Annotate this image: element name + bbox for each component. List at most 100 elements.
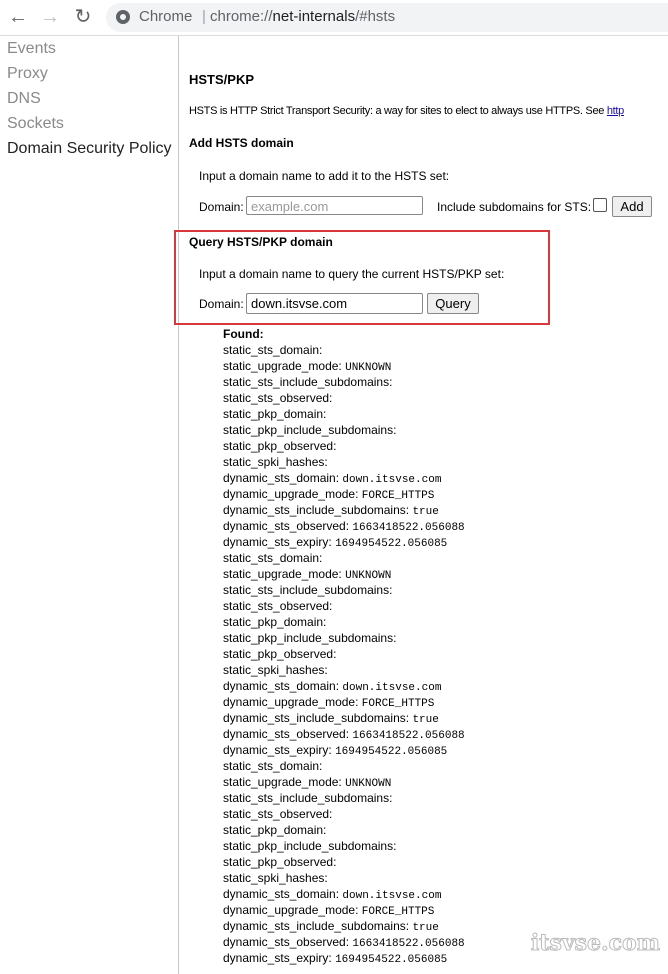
entry-key: static_sts_include_subdomains: xyxy=(223,375,393,389)
result-entry: static_upgrade_mode: UNKNOWN xyxy=(223,358,465,374)
result-entry: static_pkp_observed: xyxy=(223,854,465,870)
entry-value: FORCE_HTTPS xyxy=(361,906,435,918)
result-entry: static_spki_hashes: xyxy=(223,454,465,470)
entry-value: FORCE_HTTPS xyxy=(361,698,435,710)
sidebar-item-domain-security-policy[interactable]: Domain Security Policy xyxy=(7,140,172,158)
entry-value: FORCE_HTTPS xyxy=(361,490,435,502)
entry-key: static_sts_observed: xyxy=(223,599,333,613)
entry-key: static_spki_hashes: xyxy=(223,871,328,885)
result-entry: dynamic_sts_include_subdomains: true xyxy=(223,710,465,726)
entry-key: static_sts_observed: xyxy=(223,807,333,821)
entry-key: dynamic_sts_domain: xyxy=(223,471,340,485)
entry-key: static_pkp_observed: xyxy=(223,439,337,453)
result-entry: dynamic_sts_observed: 1663418522.056088 xyxy=(223,934,465,950)
entry-key: dynamic_sts_expiry: xyxy=(223,951,332,965)
entry-value: UNKNOWN xyxy=(345,778,392,790)
hsts-link[interactable]: http xyxy=(607,105,624,117)
highlight-box xyxy=(174,230,550,325)
result-entry: dynamic_sts_include_subdomains: true xyxy=(223,918,465,934)
entry-value: 1694954522.056085 xyxy=(335,746,448,758)
result-entry: static_pkp_observed: xyxy=(223,646,465,662)
entry-key: dynamic_sts_expiry: xyxy=(223,743,332,757)
result-entry: static_pkp_domain: xyxy=(223,614,465,630)
entry-key: static_spki_hashes: xyxy=(223,663,328,677)
entry-value: true xyxy=(412,922,439,934)
add-instruction: Input a domain name to add it to the HST… xyxy=(199,169,450,183)
entry-key: static_pkp_include_subdomains: xyxy=(223,839,397,853)
chrome-logo-icon xyxy=(116,10,130,24)
result-entry: dynamic_sts_expiry: 1694954522.056085 xyxy=(223,534,465,550)
forward-arrow-icon[interactable]: → xyxy=(38,6,62,28)
result-status: Found: xyxy=(223,327,264,341)
include-subdomains-checkbox[interactable] xyxy=(593,198,607,212)
sidebar-item-dns[interactable]: DNS xyxy=(7,90,41,108)
entry-key: dynamic_sts_observed: xyxy=(223,727,350,741)
include-subdomains-label: Include subdomains for STS: xyxy=(437,200,592,214)
entry-key: static_upgrade_mode: xyxy=(223,359,342,373)
add-domain-label: Domain: xyxy=(199,200,244,214)
result-entry: dynamic_sts_domain: down.itsvse.com xyxy=(223,886,465,902)
result-entry: static_sts_observed: xyxy=(223,806,465,822)
result-entry: static_sts_domain: xyxy=(223,758,465,774)
site-name: Chrome xyxy=(139,8,193,25)
entry-value: down.itsvse.com xyxy=(342,474,442,486)
sidebar-item-proxy[interactable]: Proxy xyxy=(7,65,48,83)
add-button[interactable]: Add xyxy=(612,196,652,217)
sidebar-item-events[interactable]: Events xyxy=(7,40,56,58)
result-entry: dynamic_sts_domain: down.itsvse.com xyxy=(223,470,465,486)
result-entry: static_sts_domain: xyxy=(223,550,465,566)
result-entry: dynamic_sts_include_subdomains: true xyxy=(223,502,465,518)
sidebar-item-sockets[interactable]: Sockets xyxy=(7,115,64,133)
url-text[interactable]: chrome://net-internals/#hsts xyxy=(210,8,395,25)
result-entry: static_sts_domain: xyxy=(223,342,465,358)
description: HSTS is HTTP Strict Transport Security: … xyxy=(189,105,624,117)
address-bar[interactable]: Chrome | chrome://net-internals/#hsts xyxy=(106,3,668,32)
entry-key: dynamic_sts_include_subdomains: xyxy=(223,711,410,725)
entry-key: static_sts_include_subdomains: xyxy=(223,791,393,805)
entry-key: dynamic_sts_domain: xyxy=(223,887,340,901)
entry-key: dynamic_sts_expiry: xyxy=(223,535,332,549)
result-entry: dynamic_sts_domain: down.itsvse.com xyxy=(223,678,465,694)
result-entry: static_pkp_domain: xyxy=(223,406,465,422)
result-entry: static_sts_include_subdomains: xyxy=(223,582,465,598)
result-entry: static_sts_observed: xyxy=(223,598,465,614)
entry-key: dynamic_sts_include_subdomains: xyxy=(223,503,410,517)
entry-value: 1663418522.056088 xyxy=(352,938,465,950)
entry-key: static_pkp_include_subdomains: xyxy=(223,631,397,645)
result-entry: static_upgrade_mode: UNKNOWN xyxy=(223,774,465,790)
result-entry: static_pkp_observed: xyxy=(223,438,465,454)
entry-key: dynamic_sts_include_subdomains: xyxy=(223,919,410,933)
add-domain-input[interactable]: example.com xyxy=(246,196,423,215)
reload-icon[interactable]: ↻ xyxy=(71,6,95,28)
result-entry: static_sts_include_subdomains: xyxy=(223,374,465,390)
result-entry: dynamic_upgrade_mode: FORCE_HTTPS xyxy=(223,694,465,710)
entry-value: 1663418522.056088 xyxy=(352,522,465,534)
entry-key: static_pkp_observed: xyxy=(223,647,337,661)
result-entry: dynamic_upgrade_mode: FORCE_HTTPS xyxy=(223,486,465,502)
entry-key: dynamic_upgrade_mode: xyxy=(223,487,359,501)
entry-key: dynamic_sts_domain: xyxy=(223,679,340,693)
result-entry: dynamic_sts_expiry: 1694954522.056085 xyxy=(223,950,465,966)
entry-value: UNKNOWN xyxy=(345,362,392,374)
entry-key: static_sts_domain: xyxy=(223,343,323,357)
result-entry: static_upgrade_mode: UNKNOWN xyxy=(223,566,465,582)
entry-key: dynamic_upgrade_mode: xyxy=(223,695,359,709)
result-entry: static_sts_include_subdomains: xyxy=(223,790,465,806)
back-arrow-icon[interactable]: ← xyxy=(6,6,30,28)
entry-key: static_upgrade_mode: xyxy=(223,567,342,581)
watermark: itsvse.com xyxy=(530,930,660,957)
result-entry: static_sts_observed: xyxy=(223,390,465,406)
entry-key: static_pkp_include_subdomains: xyxy=(223,423,397,437)
entry-key: dynamic_sts_observed: xyxy=(223,519,350,533)
result-entry: static_spki_hashes: xyxy=(223,870,465,886)
query-results: Found: static_sts_domain: static_upgrade… xyxy=(223,326,465,966)
add-heading: Add HSTS domain xyxy=(189,136,294,150)
result-entry: static_pkp_domain: xyxy=(223,822,465,838)
entry-key: static_upgrade_mode: xyxy=(223,775,342,789)
entry-key: static_sts_include_subdomains: xyxy=(223,583,393,597)
entry-key: dynamic_sts_observed: xyxy=(223,935,350,949)
result-entry: dynamic_sts_observed: 1663418522.056088 xyxy=(223,518,465,534)
result-entry: static_spki_hashes: xyxy=(223,662,465,678)
result-entry: dynamic_upgrade_mode: FORCE_HTTPS xyxy=(223,902,465,918)
entry-key: dynamic_upgrade_mode: xyxy=(223,903,359,917)
